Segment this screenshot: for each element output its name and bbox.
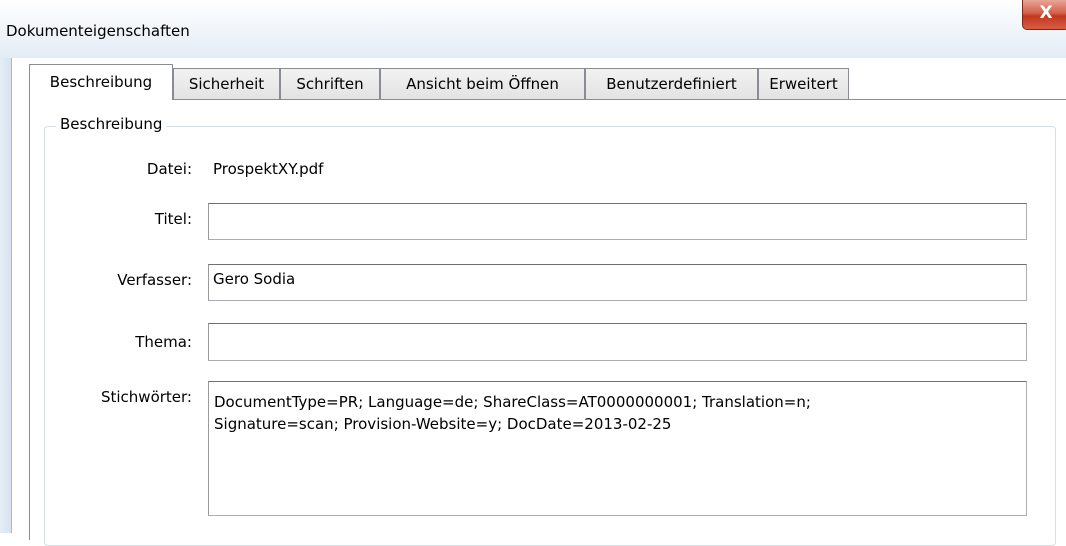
keywords-field[interactable]: DocumentType=PR; Language=de; ShareClass… (208, 381, 1027, 516)
description-group-label: Beschreibung (56, 115, 167, 133)
title-bar: Dokumenteigenschaften X (0, 0, 1066, 58)
subject-field[interactable] (208, 323, 1027, 361)
close-icon: X (1039, 3, 1053, 23)
tab-benutzerdefiniert[interactable]: Benutzerdefiniert (585, 68, 758, 99)
subject-label: Thema: (135, 333, 192, 351)
window-frame-left (0, 58, 12, 533)
author-field[interactable]: Gero Sodia (208, 264, 1027, 301)
keywords-label: Stichwörter: (100, 388, 192, 406)
close-button[interactable]: X (1022, 0, 1066, 30)
title-label: Titel: (154, 210, 192, 228)
title-field[interactable] (208, 203, 1027, 240)
author-label: Verfasser: (117, 271, 192, 289)
file-label: Datei: (146, 160, 192, 178)
window-title: Dokumenteigenschaften (6, 22, 190, 40)
tab-schriften[interactable]: Schriften (280, 68, 380, 99)
tab-beschreibung[interactable]: Beschreibung (29, 64, 173, 100)
tab-erweitert[interactable]: Erweitert (758, 68, 849, 99)
tab-ansicht-beim-oeffnen[interactable]: Ansicht beim Öffnen (380, 68, 585, 99)
file-value: ProspektXY.pdf (213, 160, 324, 178)
tab-sicherheit[interactable]: Sicherheit (173, 68, 280, 99)
